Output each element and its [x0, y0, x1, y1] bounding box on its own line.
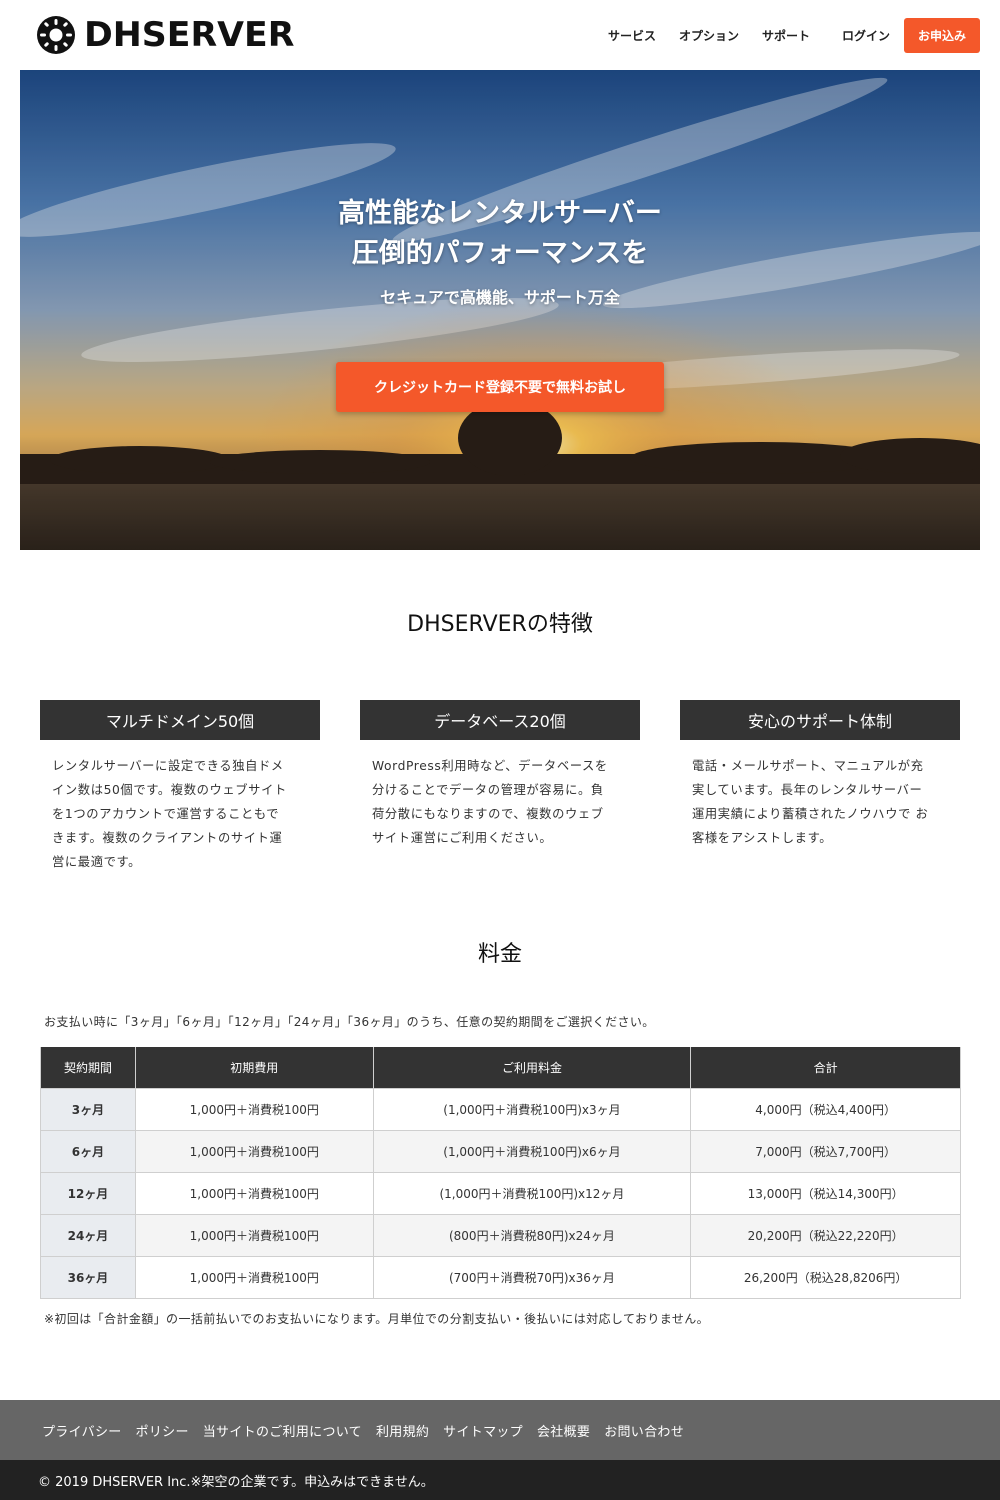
logo-text: DHSERVER: [84, 15, 295, 55]
feature-text-line: 客様をアシストします。: [692, 831, 833, 845]
feature-card-support: 安心のサポート体制 電話・メールサポート、マニュアルが充 実しています。長年のレ…: [680, 700, 960, 850]
pricing-table: 契約期間 初期費用 ご利用料金 合計 3ヶ月 1,000円＋消費税100円 (1…: [40, 1047, 961, 1299]
table-row: 12ヶ月 1,000円＋消費税100円 (1,000円＋消費税100円)x12ヶ…: [40, 1171, 961, 1215]
hero-banner: 高性能なレンタルサーバー 圧倒的パフォーマンスを セキュアで高機能、サポート万全…: [20, 70, 980, 550]
usage-fee-cell: (1,000円＋消費税100円)x12ヶ月: [372, 1171, 692, 1215]
feature-description: レンタルサーバーに設定できる独自ドメ イン数は50個です。複数のウェブサイト を…: [40, 740, 320, 874]
feature-text-line: WordPress利用時など、データベースを: [372, 759, 608, 773]
period-cell: 24ヶ月: [40, 1213, 136, 1257]
pricing-note: お支払い時に「3ヶ月」「6ヶ月」「12ヶ月」「24ヶ月」「36ヶ月」のうち、任意…: [44, 1015, 655, 1029]
initial-fee-cell: 1,000円＋消費税100円: [134, 1255, 374, 1299]
initial-fee-cell: 1,000円＋消費税100円: [134, 1129, 374, 1173]
hero-title: 高性能なレンタルサーバー 圧倒的パフォーマンスを: [20, 194, 980, 274]
footer-link-site-usage[interactable]: 当サイトのご利用について: [203, 1421, 362, 1440]
feature-heading: データベース20個: [360, 700, 640, 740]
features-title: DHSERVERの特徴: [407, 612, 593, 637]
footer-link-company[interactable]: 会社概要: [537, 1421, 590, 1440]
donut-logo-icon: [37, 16, 75, 54]
initial-fee-cell: 1,000円＋消費税100円: [134, 1087, 374, 1131]
column-header-period: 契約期間: [40, 1047, 136, 1089]
total-cell: 13,000円（税込14,300円）: [690, 1171, 961, 1215]
usage-fee-cell: (800円＋消費税80円)x24ヶ月: [372, 1213, 692, 1257]
table-row: 3ヶ月 1,000円＋消費税100円 (1,000円＋消費税100円)x3ヶ月 …: [40, 1087, 961, 1131]
free-trial-button[interactable]: クレジットカード登録不要で無料お試し: [336, 362, 664, 412]
feature-card-multidomain: マルチドメイン50個 レンタルサーバーに設定できる独自ドメ イン数は50個です。…: [40, 700, 320, 874]
footer-links: プライバシー ポリシー 当サイトのご利用について 利用規約 サイトマップ 会社概…: [0, 1400, 1000, 1460]
hero-content: 高性能なレンタルサーバー 圧倒的パフォーマンスを セキュアで高機能、サポート万全…: [20, 70, 980, 550]
login-link[interactable]: ログイン: [842, 27, 890, 44]
feature-text-line: を1つのアカウントで運営することもで: [52, 807, 280, 821]
feature-text-line: きます。複数のクライアントのサイト運: [52, 831, 283, 845]
table-header-row: 契約期間 初期費用 ご利用料金 合計: [40, 1047, 961, 1089]
period-cell: 6ヶ月: [40, 1129, 136, 1173]
hero-subtitle: セキュアで高機能、サポート万全: [380, 288, 620, 307]
feature-text-line: サイト運営にご利用ください。: [372, 831, 553, 845]
main-nav: サービス オプション サポート ログイン お申込み: [585, 17, 980, 53]
table-row: 6ヶ月 1,000円＋消費税100円 (1,000円＋消費税100円)x6ヶ月 …: [40, 1129, 961, 1173]
pricing-footnote: ※初回は「合計金額」の一括前払いでのお支払いになります。月単位での分割支払い・後…: [44, 1312, 710, 1326]
nav-item-support[interactable]: サポート: [762, 27, 810, 44]
feature-heading: マルチドメイン50個: [40, 700, 320, 740]
usage-fee-cell: (700円＋消費税70円)x36ヶ月: [372, 1255, 692, 1299]
feature-description: WordPress利用時など、データベースを 分けることでデータの管理が容易に。…: [360, 740, 640, 850]
nav-item-option[interactable]: オプション: [679, 27, 739, 44]
feature-text-line: 荷分散にもなりますので、複数のウェブ: [372, 807, 604, 821]
footer-link-sitemap[interactable]: サイトマップ: [443, 1421, 523, 1440]
feature-heading: 安心のサポート体制: [680, 700, 960, 740]
hero-title-line2: 圧倒的パフォーマンスを: [351, 238, 649, 269]
column-header-initial-fee: 初期費用: [134, 1047, 374, 1089]
apply-button[interactable]: お申込み: [904, 17, 980, 53]
feature-text-line: イン数は50個です。複数のウェブサイト: [52, 783, 287, 797]
period-cell: 12ヶ月: [40, 1171, 136, 1215]
footer-link-contact[interactable]: お問い合わせ: [604, 1421, 684, 1440]
feature-text-line: 運用実績により蓄積されたノウハウで お: [692, 807, 929, 821]
footer-link-privacy[interactable]: プライバシー: [42, 1421, 122, 1440]
pricing-title: 料金: [477, 942, 522, 967]
initial-fee-cell: 1,000円＋消費税100円: [134, 1171, 374, 1215]
feature-text-line: 電話・メールサポート、マニュアルが充: [692, 759, 924, 773]
initial-fee-cell: 1,000円＋消費税100円: [134, 1213, 374, 1257]
total-cell: 4,000円（税込4,400円）: [690, 1087, 961, 1131]
feature-text-line: 分けることでデータの管理が容易に。負: [372, 783, 604, 797]
total-cell: 7,000円（税込7,700円）: [690, 1129, 961, 1173]
table-row: 36ヶ月 1,000円＋消費税100円 (700円＋消費税70円)x36ヶ月 2…: [40, 1255, 961, 1299]
feature-text-line: 実しています。長年のレンタルサーバー: [692, 783, 923, 797]
feature-description: 電話・メールサポート、マニュアルが充 実しています。長年のレンタルサーバー 運用…: [680, 740, 960, 850]
usage-fee-cell: (1,000円＋消費税100円)x6ヶ月: [372, 1129, 692, 1173]
footer-link-terms[interactable]: 利用規約: [376, 1421, 429, 1440]
footer-link-policy[interactable]: ポリシー: [136, 1421, 189, 1440]
feature-card-database: データベース20個 WordPress利用時など、データベースを 分けることでデ…: [360, 700, 640, 850]
feature-text-line: レンタルサーバーに設定できる独自ドメ: [52, 759, 284, 773]
total-cell: 20,200円（税込22,220円）: [690, 1213, 961, 1257]
site-header: DHSERVER サービス オプション サポート ログイン お申込み: [0, 0, 1000, 70]
copyright: © 2019 DHSERVER Inc.※架空の企業です。申込みはできません。: [0, 1460, 1000, 1500]
table-row: 24ヶ月 1,000円＋消費税100円 (800円＋消費税80円)x24ヶ月 2…: [40, 1213, 961, 1257]
period-cell: 3ヶ月: [40, 1087, 136, 1131]
period-cell: 36ヶ月: [40, 1255, 136, 1299]
nav-item-service[interactable]: サービス: [608, 27, 656, 44]
total-cell: 26,200円（税込28,8206円）: [690, 1255, 961, 1299]
hero-title-line1: 高性能なレンタルサーバー: [338, 198, 662, 229]
column-header-total: 合計: [690, 1047, 961, 1089]
logo[interactable]: DHSERVER: [36, 14, 294, 56]
usage-fee-cell: (1,000円＋消費税100円)x3ヶ月: [372, 1087, 692, 1131]
column-header-usage-fee: ご利用料金: [372, 1047, 692, 1089]
feature-text-line: 営に最適です。: [52, 855, 142, 869]
